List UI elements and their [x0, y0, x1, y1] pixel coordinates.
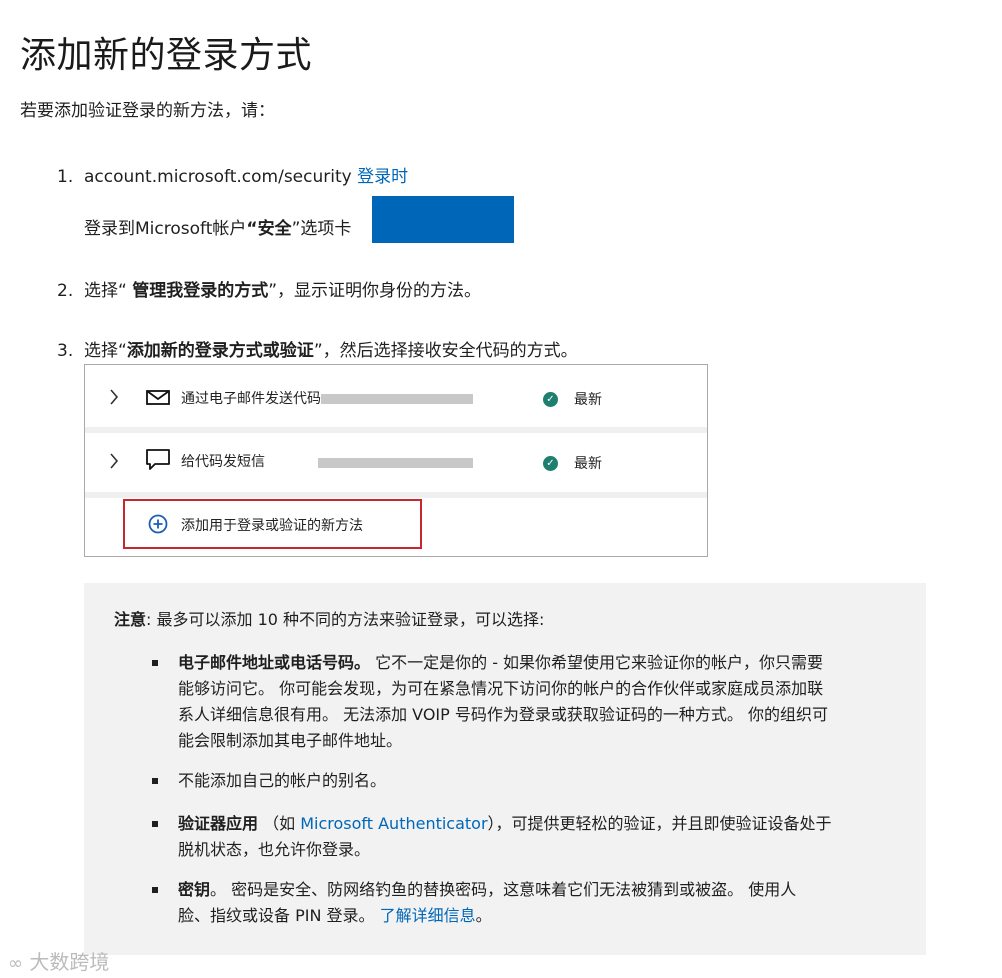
quote-mark: “: [246, 219, 258, 239]
step-2-post: ”，显示证明你身份的方法。: [268, 281, 482, 301]
status-text: 最新: [574, 392, 602, 408]
step-3-pre: 选择“: [84, 341, 127, 361]
step-3-post: ”，然后选择接收安全代码的方式。: [313, 341, 578, 361]
watermark-logo-icon: ∞: [8, 953, 23, 974]
bullet: [152, 887, 158, 893]
step-2-pre: 选择“: [84, 281, 133, 301]
method-row-sms[interactable]: 给代码发短信 ✓ 最新: [85, 433, 707, 492]
chevron-right-icon[interactable]: [109, 389, 119, 405]
authenticator-item: 验证器应用 （如 Microsoft Authenticator），可提供更轻松…: [178, 811, 832, 837]
note-prefix: 注意: [114, 610, 147, 629]
sign-in-link[interactable]: 登录时: [357, 167, 408, 187]
chevron-right-icon[interactable]: [109, 453, 119, 469]
passkey-line-1: 。 密码是安全、防网络钓鱼的替换密码，这意味着它们无法被猜到或被盗。 使用人: [210, 880, 797, 899]
sign-in-methods-screenshot: 通过电子邮件发送代码 ✓ 最新 给代码发短信 ✓ 最新 添加用于登录或验证的新方…: [84, 364, 708, 557]
authenticator-line-2: 脱机状态，也允许你登录。: [178, 840, 371, 859]
step-1-tab-text: ”选项卡: [291, 219, 352, 239]
authenticator-link[interactable]: Microsoft Authenticator: [300, 814, 487, 833]
note-box: 注意: 最多可以添加 10 种不同的方法来验证登录，可以选择: 电子邮件地址或电…: [84, 583, 926, 955]
redacted-value: [321, 394, 473, 404]
note-text: : 最多可以添加 10 种不同的方法来验证登录，可以选择:: [146, 610, 545, 629]
step-2-text: 选择“ 管理我登录的方式”，显示证明你身份的方法。: [84, 278, 481, 304]
highlight-box: [123, 499, 422, 549]
chat-icon: [146, 449, 170, 470]
alias-item: 不能添加自己的帐户的别名。: [178, 771, 387, 790]
email-phone-item: 电子邮件地址或电话号码。 它不一定是你的 - 如果你希望使用它来验证你的帐户，你…: [178, 650, 823, 676]
step-number-1: 1.: [57, 167, 74, 187]
security-tab-image: [372, 196, 514, 243]
passkey-item: 密钥。 密码是安全、防网络钓鱼的替换密码，这意味着它们无法被猜到或被盗。 使用人: [178, 877, 796, 903]
step-number-2: 2.: [57, 281, 74, 301]
email-phone-line-2: 能够访问它。 你可能会发现，为可在紧急情况下访问你的帐户的合作伙伴或家庭成员添加…: [178, 679, 824, 698]
email-phone-line-3: 系人详细信息很有用。 无法添加 VOIP 号码作为登录或获取验证码的一种方式。 …: [178, 705, 828, 724]
authenticator-post: ），可提供更轻松的验证，并且即使验证设备处于: [487, 814, 832, 833]
security-tab-name: 安全: [257, 219, 292, 239]
authenticator-title: 验证器应用: [178, 814, 259, 833]
email-phone-title: 电子邮件地址或电话号码。: [178, 653, 371, 672]
add-method-name: 添加新的登录方式或验证: [126, 341, 314, 361]
passkey-end: 。: [475, 906, 492, 925]
status-text: 最新: [574, 456, 602, 472]
bullet: [152, 660, 158, 666]
passkey-line-2: 脸、指纹或设备 PIN 登录。 了解详细信息。: [178, 903, 492, 929]
watermark: ∞ 大数跨境: [8, 946, 109, 975]
learn-more-link[interactable]: 了解详细信息: [380, 906, 476, 925]
step-3-text: 选择“添加新的登录方式或验证”，然后选择接收安全代码的方式。: [84, 338, 578, 364]
step-1-text: 登录到Microsoft帐户: [84, 219, 247, 239]
bullet: [152, 778, 158, 784]
method-label: 通过电子邮件发送代码: [181, 391, 321, 407]
step-number-3: 3.: [57, 341, 74, 361]
email-phone-line-1: 它不一定是你的 - 如果你希望使用它来验证你的帐户，你只需要: [370, 653, 824, 672]
authenticator-pre: （如: [258, 814, 301, 833]
passkey-line-2-text: 脸、指纹或设备 PIN 登录。: [178, 906, 380, 925]
bullet: [152, 821, 158, 827]
redacted-value: [318, 458, 473, 468]
watermark-text: 大数跨境: [29, 950, 110, 974]
check-icon: ✓: [543, 392, 558, 407]
mail-icon: [146, 390, 170, 405]
email-phone-line-4: 能会限制添加其电子邮件地址。: [178, 731, 403, 750]
security-url: account.microsoft.com/security: [84, 167, 352, 187]
step-1-line-2: 登录到Microsoft帐户“安全”选项卡: [84, 216, 351, 242]
page-title: 添加新的登录方式: [20, 35, 313, 76]
manage-sign-in-name: 管理我登录的方式: [132, 281, 269, 301]
check-icon: ✓: [543, 456, 558, 471]
method-row-email[interactable]: 通过电子邮件发送代码 ✓ 最新: [85, 365, 707, 427]
method-label: 给代码发短信: [181, 454, 265, 470]
passkey-title: 密钥: [178, 880, 211, 899]
note-intro: 注意: 最多可以添加 10 种不同的方法来验证登录，可以选择:: [114, 607, 544, 633]
intro-text: 若要添加验证登录的新方法，请：: [20, 101, 275, 121]
step-1-line-1: account.microsoft.com/security 登录时: [84, 164, 408, 190]
